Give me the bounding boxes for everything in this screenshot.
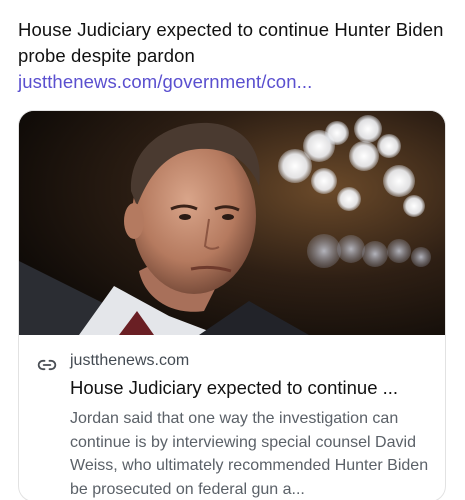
preview-image[interactable] xyxy=(19,111,445,335)
card-description: Jordan said that one way the investigati… xyxy=(70,410,429,498)
link-icon xyxy=(37,359,57,371)
link-preview-card[interactable]: justthenews.com House Judiciary expected… xyxy=(18,110,446,500)
card-domain: justthenews.com xyxy=(70,352,190,369)
card-info[interactable]: justthenews.com House Judiciary expected… xyxy=(19,335,445,500)
photo-illustration xyxy=(19,111,445,335)
post-body-text: House Judiciary expected to continue Hun… xyxy=(18,19,444,66)
card-title[interactable]: House Judiciary expected to continue ... xyxy=(70,377,435,399)
post-link[interactable]: justthenews.com/government/con... xyxy=(18,71,312,92)
post-text: House Judiciary expected to continue Hun… xyxy=(18,17,448,95)
